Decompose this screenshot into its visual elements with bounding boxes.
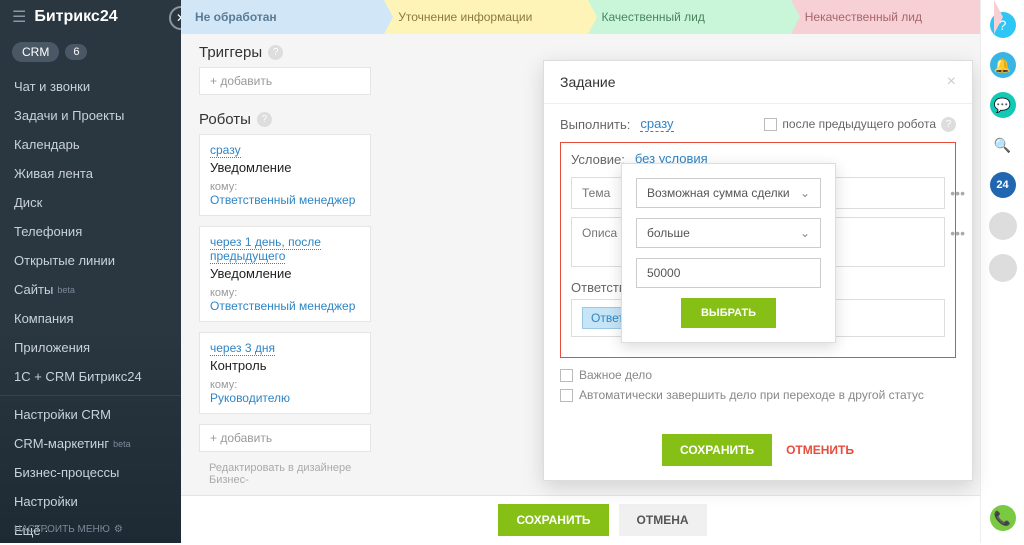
condition-field-select[interactable]: Возможная сумма сделки⌄	[636, 178, 821, 208]
close-icon[interactable]: ×	[947, 73, 956, 91]
field-menu-icon[interactable]: •••	[950, 225, 965, 241]
logo: Битрикс24	[34, 8, 117, 26]
important-label: Важное дело	[579, 368, 652, 382]
add-trigger[interactable]: + добавить	[199, 67, 371, 95]
stage-clarify[interactable]: Уточнение информации	[384, 0, 587, 34]
condition-label: Условие:	[571, 152, 625, 167]
autoclose-label: Автоматически завершить дело при переход…	[579, 388, 924, 402]
help-icon[interactable]: ?	[941, 117, 956, 132]
task-modal: Задание × Выполнить: сразу после предыду…	[543, 60, 973, 481]
important-checkbox[interactable]	[560, 369, 573, 382]
configure-menu[interactable]: НАСТРОИТЬ МЕНЮ ⚙	[14, 524, 123, 535]
sidebar-item-disk[interactable]: Диск	[0, 188, 181, 217]
sidebar-item-chat[interactable]: Чат и звонки	[0, 72, 181, 101]
chat-icon[interactable]: 💬	[990, 92, 1016, 118]
b24-icon[interactable]: 24	[990, 172, 1016, 198]
condition-dropdown: Возможная сумма сделки⌄ больше⌄ ВЫБРАТЬ	[621, 163, 836, 343]
main-area: Не обработан Уточнение информации Качест…	[181, 0, 1024, 543]
help-icon[interactable]: ?	[268, 45, 283, 60]
sidebar-item-sites[interactable]: Сайтыbeta	[0, 275, 181, 304]
sidebar: ☰ Битрикс24 ✕ CRM 6 Чат и звонки Задачи …	[0, 0, 181, 543]
hamburger-icon[interactable]: ☰	[12, 7, 26, 27]
avatar[interactable]	[989, 254, 1017, 282]
stage-not-processed[interactable]: Не обработан	[181, 0, 384, 34]
sidebar-item-crm-settings[interactable]: Настройки CRM	[0, 400, 181, 429]
sidebar-item-company[interactable]: Компания	[0, 304, 181, 333]
right-rail: ? 🔔 💬 🔍 24 📞	[980, 0, 1024, 543]
triggers-label: Триггеры	[199, 44, 262, 61]
autoclose-checkbox[interactable]	[560, 389, 573, 402]
modal-cancel-button[interactable]: ОТМЕНИТЬ	[786, 443, 854, 457]
condition-section: Условие: без условия ••• ••• Ответстве	[560, 142, 956, 358]
notifications-icon[interactable]: 🔔	[990, 52, 1016, 78]
chevron-down-icon: ⌄	[800, 226, 810, 240]
condition-operator-select[interactable]: больше⌄	[636, 218, 821, 248]
sidebar-item-calendar[interactable]: Календарь	[0, 130, 181, 159]
sidebar-item-bp[interactable]: Бизнес-процессы	[0, 458, 181, 487]
search-icon[interactable]: 🔍	[990, 132, 1016, 158]
sidebar-item-1c[interactable]: 1С + CRM Битрикс24	[0, 362, 181, 391]
sidebar-item-feed[interactable]: Живая лента	[0, 159, 181, 188]
robot-card[interactable]: через 1 день, после предыдущего Уведомле…	[199, 226, 371, 322]
modal-title: Задание	[560, 74, 616, 90]
sidebar-item-lines[interactable]: Открытые линии	[0, 246, 181, 275]
page-save-button[interactable]: СОХРАНИТЬ	[498, 504, 608, 536]
execute-timing-link[interactable]: сразу	[640, 116, 673, 132]
chevron-down-icon: ⌄	[800, 186, 810, 200]
sidebar-item-apps[interactable]: Приложения	[0, 333, 181, 362]
sidebar-item-settings[interactable]: Настройки	[0, 487, 181, 516]
execute-label: Выполнить:	[560, 117, 630, 132]
help-icon[interactable]: ?	[257, 112, 272, 127]
crm-badge[interactable]: CRM	[12, 42, 59, 62]
crm-count: 6	[65, 44, 87, 60]
robot-card[interactable]: через 3 дня Контроль кому: Руководителю	[199, 332, 371, 414]
stage-low-quality[interactable]: Некачественный лид	[791, 0, 994, 34]
phone-icon[interactable]: 📞	[990, 505, 1016, 531]
select-button[interactable]: ВЫБРАТЬ	[681, 298, 776, 328]
sidebar-item-tasks[interactable]: Задачи и Проекты	[0, 101, 181, 130]
sidebar-item-telephony[interactable]: Телефония	[0, 217, 181, 246]
field-menu-icon[interactable]: •••	[950, 185, 965, 201]
gear-icon: ⚙	[114, 524, 123, 535]
stage-quality[interactable]: Качественный лид	[588, 0, 791, 34]
avatar[interactable]	[989, 212, 1017, 240]
sidebar-item-crm-marketing[interactable]: CRM-маркетингbeta	[0, 429, 181, 458]
add-robot[interactable]: + добавить	[199, 424, 371, 452]
page-cancel-button[interactable]: ОТМЕНА	[619, 504, 707, 536]
designer-link[interactable]: Редактировать в дизайнере Бизнес-	[199, 458, 371, 490]
modal-save-button[interactable]: СОХРАНИТЬ	[662, 434, 772, 466]
after-prev-checkbox[interactable]	[764, 118, 777, 131]
robot-card[interactable]: сразу Уведомление кому: Ответственный ме…	[199, 134, 371, 216]
robots-label: Роботы	[199, 111, 251, 128]
condition-value-input[interactable]	[636, 258, 821, 288]
